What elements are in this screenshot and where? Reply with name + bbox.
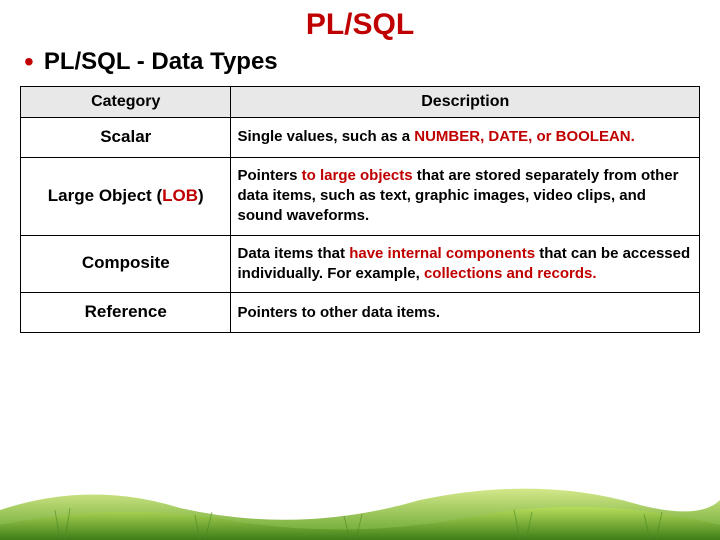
cat-text: ) — [198, 186, 204, 205]
desc-red: to large objects — [302, 167, 413, 184]
desc-text: Single values, such as a — [237, 128, 414, 145]
desc-red: NUMBER, DATE, or BOOLEAN. — [414, 128, 635, 145]
data-types-table: Category Description Scalar Single value… — [20, 86, 700, 333]
page-title: PL/SQL — [20, 8, 700, 42]
header-category: Category — [21, 87, 231, 118]
grass-decoration — [0, 470, 720, 540]
cat-text: Scalar — [100, 127, 151, 146]
description-cell: Pointers to large objects that are store… — [231, 157, 700, 235]
table-row: Scalar Single values, such as a NUMBER, … — [21, 118, 700, 158]
subtitle: PL/SQL - Data Types — [44, 48, 278, 76]
category-cell: Reference — [21, 293, 231, 333]
slide: PL/SQL • PL/SQL - Data Types Category De… — [0, 0, 720, 540]
desc-red: have internal components — [349, 245, 535, 262]
table-row: Reference Pointers to other data items. — [21, 293, 700, 333]
header-description: Description — [231, 87, 700, 118]
cat-red: LOB — [162, 186, 198, 205]
category-cell: Scalar — [21, 118, 231, 158]
desc-red: collections and records. — [424, 265, 597, 282]
cat-text: Composite — [82, 253, 170, 272]
desc-text: Pointers to other data items. — [237, 304, 440, 321]
desc-text: Data items that — [237, 245, 349, 262]
description-cell: Pointers to other data items. — [231, 293, 700, 333]
description-cell: Data items that have internal components… — [231, 235, 700, 293]
description-cell: Single values, such as a NUMBER, DATE, o… — [231, 118, 700, 158]
cat-text: Large Object ( — [48, 186, 162, 205]
bullet-icon: • — [24, 48, 34, 76]
subtitle-row: • PL/SQL - Data Types — [20, 48, 700, 76]
desc-text: Pointers — [237, 167, 301, 184]
category-cell: Composite — [21, 235, 231, 293]
table-header-row: Category Description — [21, 87, 700, 118]
cat-text: Reference — [85, 302, 167, 321]
category-cell: Large Object (LOB) — [21, 157, 231, 235]
table-row: Large Object (LOB) Pointers to large obj… — [21, 157, 700, 235]
table-row: Composite Data items that have internal … — [21, 235, 700, 293]
